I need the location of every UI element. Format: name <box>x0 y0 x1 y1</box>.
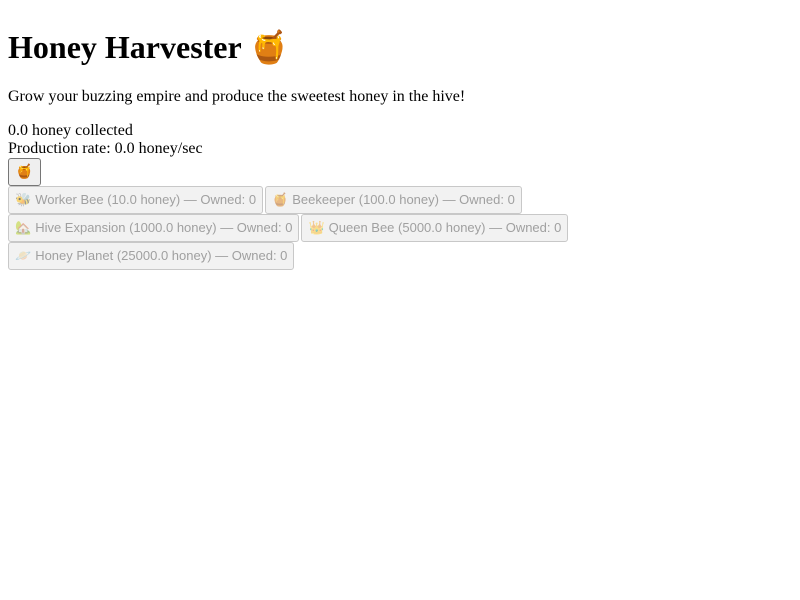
bee-icon: 🐝 <box>15 191 32 207</box>
honey-count: 0.0 honey collected <box>8 121 133 139</box>
buy-hive-expansion-button[interactable]: 🏡 Hive Expansion (1000.0 honey) — Owned:… <box>8 213 300 242</box>
honey-pot-icon: 🍯 <box>249 29 289 65</box>
shop-item-label: Beekeeper (100.0 honey) — Owned: 0 <box>292 192 515 208</box>
crown-icon: 👑 <box>308 219 325 235</box>
buy-worker-bee-button[interactable]: 🐝 Worker Bee (10.0 honey) — Owned: 0 <box>8 185 264 214</box>
upgrade-shop: 🐝 Worker Bee (10.0 honey) — Owned: 0 🍯 B… <box>8 185 608 270</box>
shop-item-label: Hive Expansion (1000.0 honey) — Owned: 0 <box>35 220 293 236</box>
harvest-button[interactable]: 🍯 <box>8 157 41 186</box>
house-icon: 🏡 <box>15 219 32 235</box>
shop-item-label: Honey Planet (25000.0 honey) — Owned: 0 <box>35 248 288 264</box>
honey-pot-icon: 🍯 <box>272 191 289 207</box>
production-rate: Production rate: 0.0 honey/sec <box>8 139 203 157</box>
page-title-text: Honey Harvester <box>8 29 242 65</box>
tagline: Grow your buzzing empire and produce the… <box>8 87 466 105</box>
shop-item-label: Queen Bee (5000.0 honey) — Owned: 0 <box>328 220 562 236</box>
shop-item-label: Worker Bee (10.0 honey) — Owned: 0 <box>35 192 257 208</box>
page-title: Honey Harvester 🍯 <box>8 29 792 66</box>
planet-icon: 🪐 <box>15 247 32 263</box>
buy-beekeeper-button[interactable]: 🍯 Beekeeper (100.0 honey) — Owned: 0 <box>265 185 522 214</box>
buy-queen-bee-button[interactable]: 👑 Queen Bee (5000.0 honey) — Owned: 0 <box>301 213 569 242</box>
buy-honey-planet-button[interactable]: 🪐 Honey Planet (25000.0 honey) — Owned: … <box>8 241 295 270</box>
honey-pot-icon: 🍯 <box>15 163 34 180</box>
